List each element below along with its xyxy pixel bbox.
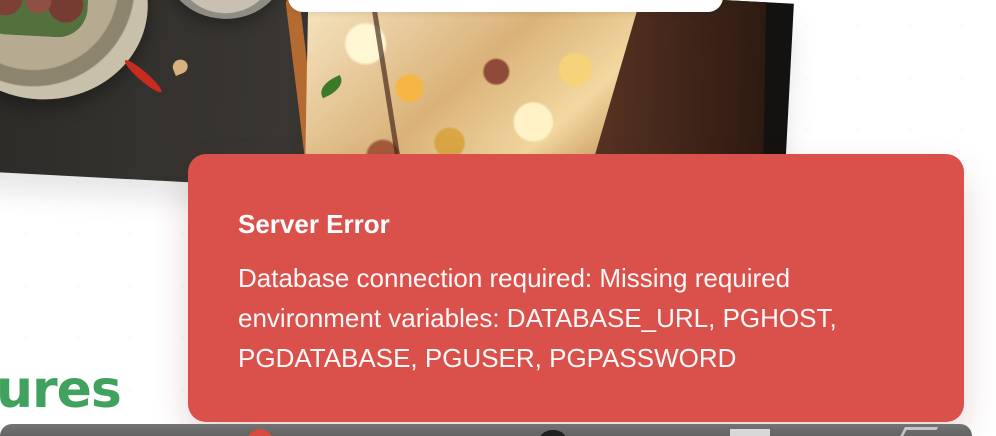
app-icon-outline[interactable]	[894, 427, 939, 436]
app-icon-light[interactable]	[730, 429, 770, 436]
bottom-dock	[0, 424, 972, 436]
cashew	[170, 57, 190, 76]
app-icon-dark[interactable]	[540, 430, 566, 436]
app-icon-red[interactable]	[247, 429, 273, 436]
toast-message: Database connection required: Missing re…	[238, 263, 837, 373]
side-dish-plate	[162, 0, 288, 22]
toast-title: Server Error	[238, 209, 390, 239]
red-pepper	[122, 57, 165, 96]
food-landing-page: ures Server Error Database connection re…	[0, 0, 996, 436]
section-heading: ures	[0, 360, 122, 420]
server-error-toast: Server Error Database connection require…	[188, 154, 964, 422]
grilled-meat-plate	[0, 0, 153, 105]
top-content-card	[288, 0, 723, 12]
